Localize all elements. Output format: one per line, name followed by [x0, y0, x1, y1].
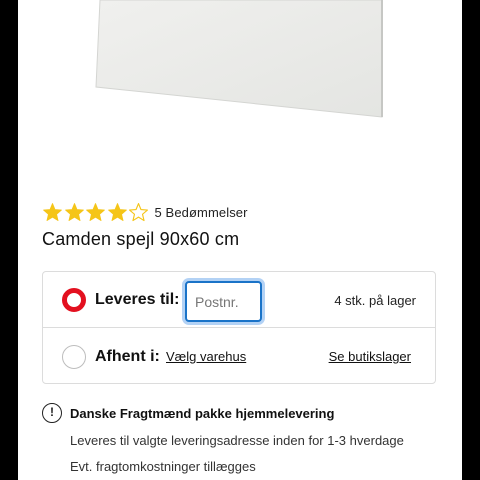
star-filled-icon	[64, 202, 84, 221]
stock-status: 4 stk. på lager	[334, 292, 416, 308]
divider	[43, 327, 435, 328]
deliver-label: Leveres til:	[95, 291, 180, 308]
postcode-input[interactable]	[185, 281, 262, 322]
product-image	[18, 0, 462, 185]
shipping-info-line: Evt. fragtomkostninger tillægges	[70, 459, 256, 474]
shipping-info-title: Danske Fragtmænd pakke hjemmelevering	[70, 406, 335, 421]
deliver-option-row[interactable]: Leveres til: 4 stk. på lager	[43, 272, 435, 328]
pickup-radio[interactable]	[62, 344, 86, 369]
star-filled-icon	[86, 202, 105, 221]
product-title: Camden spejl 90x60 cm	[42, 229, 240, 249]
mirror-image	[95, 0, 383, 118]
rating-row[interactable]: 5 Bedømmelser	[42, 199, 248, 225]
delivery-options: Leveres til: 4 stk. på lager Afhent i: V…	[42, 271, 436, 384]
shipping-info-line: Leveres til valgte leveringsadresse inde…	[70, 433, 404, 448]
rating-count: 5 Bedømmelser	[154, 204, 248, 220]
pickup-label: Afhent i:	[95, 347, 160, 365]
window-frame-right	[462, 0, 480, 480]
star-empty-icon	[129, 202, 148, 221]
exclamation-circle-icon: !	[42, 403, 62, 423]
window-frame-left	[0, 0, 18, 480]
choose-store-link[interactable]: Vælg varehus	[166, 349, 246, 364]
rating-stars	[42, 202, 150, 223]
star-filled-icon	[43, 202, 62, 221]
pickup-option-row[interactable]: Afhent i: Vælg varehus Se butikslager	[43, 329, 435, 384]
deliver-radio[interactable]	[62, 288, 86, 312]
store-stock-link[interactable]: Se butikslager	[329, 349, 411, 364]
star-filled-icon	[107, 202, 127, 221]
